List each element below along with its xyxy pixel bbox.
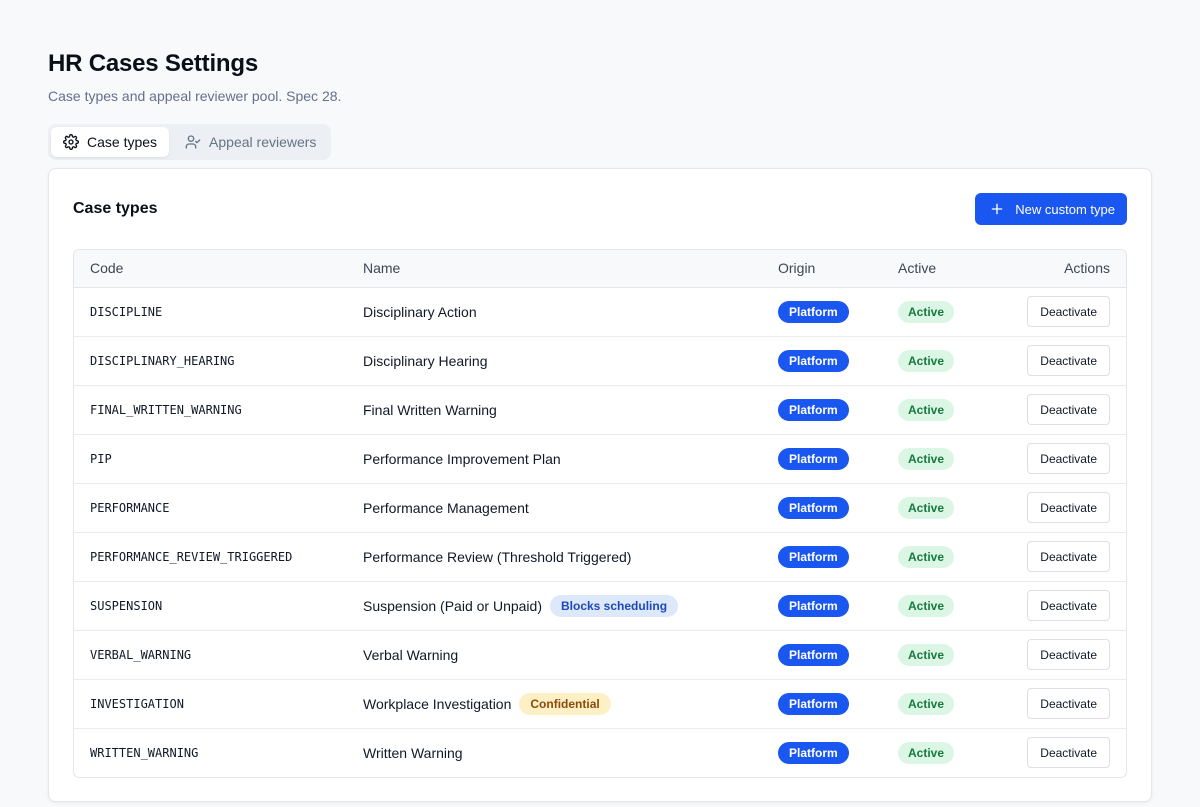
case-type-code: PERFORMANCE <box>90 500 170 515</box>
case-type-name-cell: Suspension (Paid or Unpaid) Blocks schedu… <box>363 594 746 617</box>
case-type-code: DISCIPLINARY_HEARING <box>90 353 235 368</box>
origin-badge: Platform <box>778 643 849 666</box>
case-type-name: Disciplinary Action <box>363 303 477 320</box>
column-header-active[interactable]: Active <box>882 250 992 288</box>
gear-icon <box>63 134 79 150</box>
case-type-name-cell: Performance Improvement Plan <box>363 451 746 467</box>
column-header-origin[interactable]: Origin <box>762 250 882 288</box>
case-type-name: Performance Review (Threshold Triggered) <box>363 548 632 565</box>
active-status-badge: Active <box>898 496 955 519</box>
column-header-code[interactable]: Code <box>74 250 347 288</box>
table-row: SUSPENSION Suspension (Paid or Unpaid) Blo… <box>74 581 1126 630</box>
table-row: DISCIPLINARY_HEARING Disciplinary Hearing… <box>74 336 1126 385</box>
case-type-name: Final Written Warning <box>363 401 497 418</box>
table-row: PIP Performance Improvement Plan Platform A… <box>74 434 1126 483</box>
case-type-name: Suspension (Paid or Unpaid) <box>363 597 542 614</box>
origin-badge: Platform <box>778 349 849 372</box>
user-check-icon <box>185 134 201 150</box>
deactivate-button[interactable]: Deactivate <box>1027 737 1110 769</box>
active-status-badge: Active <box>898 447 955 470</box>
case-type-code: FINAL_WRITTEN_WARNING <box>90 402 242 417</box>
card-title: Case types <box>73 200 158 217</box>
origin-badge: Platform <box>778 496 849 519</box>
table-row: DISCIPLINE Disciplinary Action Platform Act… <box>74 287 1126 336</box>
case-type-name: Disciplinary Hearing <box>363 352 488 369</box>
table-row: INVESTIGATION Workplace Investigation Conf… <box>74 679 1126 728</box>
deactivate-button[interactable]: Deactivate <box>1027 590 1110 621</box>
tab-bar: Case types Appeal reviewers <box>48 124 332 160</box>
deactivate-button[interactable]: Deactivate <box>1027 443 1110 474</box>
new-custom-type-label: New custom type <box>1015 201 1115 217</box>
deactivate-button[interactable]: Deactivate <box>1027 541 1110 572</box>
case-type-name-cell: Performance Review (Threshold Triggered) <box>363 549 746 565</box>
deactivate-button[interactable]: Deactivate <box>1027 296 1110 327</box>
active-status-badge: Active <box>898 594 955 617</box>
case-type-name-cell: Written Warning <box>363 745 746 761</box>
page: HR Cases Settings Case types and appeal … <box>0 0 1200 807</box>
origin-badge: Platform <box>778 398 849 421</box>
origin-badge: Platform <box>778 545 849 568</box>
new-custom-type-button[interactable]: New custom type <box>975 193 1127 225</box>
table-row: PERFORMANCE Performance Management Platfor… <box>74 483 1126 532</box>
active-status-badge: Active <box>898 398 955 421</box>
active-status-badge: Active <box>898 741 955 764</box>
case-types-table: Code Name Origin Active Actions DISCIPLI… <box>73 249 1127 778</box>
case-type-name-cell: Verbal Warning <box>363 647 746 663</box>
column-header-name[interactable]: Name <box>347 250 762 288</box>
page-subtitle: Case types and appeal reviewer pool. Spe… <box>48 88 342 104</box>
plus-icon <box>989 201 1005 217</box>
case-type-code: INVESTIGATION <box>90 696 184 711</box>
active-status-badge: Active <box>898 545 955 568</box>
active-status-badge: Active <box>898 300 955 323</box>
deactivate-button[interactable]: Deactivate <box>1027 688 1110 719</box>
active-status-badge: Active <box>898 643 955 666</box>
deactivate-button[interactable]: Deactivate <box>1027 492 1110 523</box>
table-header-row: Code Name Origin Active Actions <box>74 250 1126 288</box>
card-header: Case types New custom type <box>73 193 1127 225</box>
tab-label: Case types <box>87 134 158 150</box>
deactivate-button[interactable]: Deactivate <box>1027 394 1110 425</box>
table-row: PERFORMANCE_REVIEW_TRIGGERED Performance … <box>74 532 1126 581</box>
case-type-code: WRITTEN_WARNING <box>90 745 199 760</box>
case-type-name: Verbal Warning <box>363 646 459 663</box>
case-type-code: PIP <box>90 451 112 466</box>
case-types-card: Case types New custom type Code Name Ori… <box>48 168 1152 802</box>
case-type-name: Performance Management <box>363 499 529 516</box>
table-body: DISCIPLINE Disciplinary Action Platform Act… <box>74 287 1126 777</box>
table-row: FINAL_WRITTEN_WARNING Final Written Warni… <box>74 385 1126 434</box>
case-type-name-cell: Disciplinary Action <box>363 304 746 320</box>
table-row: WRITTEN_WARNING Written Warning Platform Ac… <box>74 728 1126 777</box>
case-type-name: Performance Improvement Plan <box>363 450 561 467</box>
page-title: HR Cases Settings <box>48 50 258 77</box>
tab-case-types[interactable]: Case types <box>51 127 170 157</box>
case-type-name: Workplace Investigation <box>363 695 512 712</box>
case-type-code: VERBAL_WARNING <box>90 647 192 662</box>
tab-appeal-reviewers[interactable]: Appeal reviewers <box>173 127 328 157</box>
case-type-code: DISCIPLINE <box>90 304 163 319</box>
case-type-name-cell: Disciplinary Hearing <box>363 353 746 369</box>
origin-badge: Platform <box>778 741 849 764</box>
deactivate-button[interactable]: Deactivate <box>1027 345 1110 376</box>
case-type-name-cell: Final Written Warning <box>363 402 746 418</box>
case-type-name: Written Warning <box>363 744 463 761</box>
active-status-badge: Active <box>898 692 955 715</box>
blocks-scheduling-badge: Blocks scheduling <box>550 594 679 617</box>
case-type-code: PERFORMANCE_REVIEW_TRIGGERED <box>90 549 293 564</box>
case-type-code: SUSPENSION <box>90 598 163 613</box>
active-status-badge: Active <box>898 349 955 372</box>
deactivate-button[interactable]: Deactivate <box>1027 639 1110 670</box>
tab-label: Appeal reviewers <box>209 134 317 150</box>
case-type-name-cell: Performance Management <box>363 500 746 516</box>
column-header-actions: Actions <box>992 250 1126 288</box>
origin-badge: Platform <box>778 692 849 715</box>
origin-badge: Platform <box>778 300 849 323</box>
table-row: VERBAL_WARNING Verbal Warning Platform Acti… <box>74 630 1126 679</box>
case-type-name-cell: Workplace Investigation Confidential <box>363 692 746 715</box>
origin-badge: Platform <box>778 594 849 617</box>
origin-badge: Platform <box>778 447 849 470</box>
confidential-badge: Confidential <box>519 692 611 715</box>
